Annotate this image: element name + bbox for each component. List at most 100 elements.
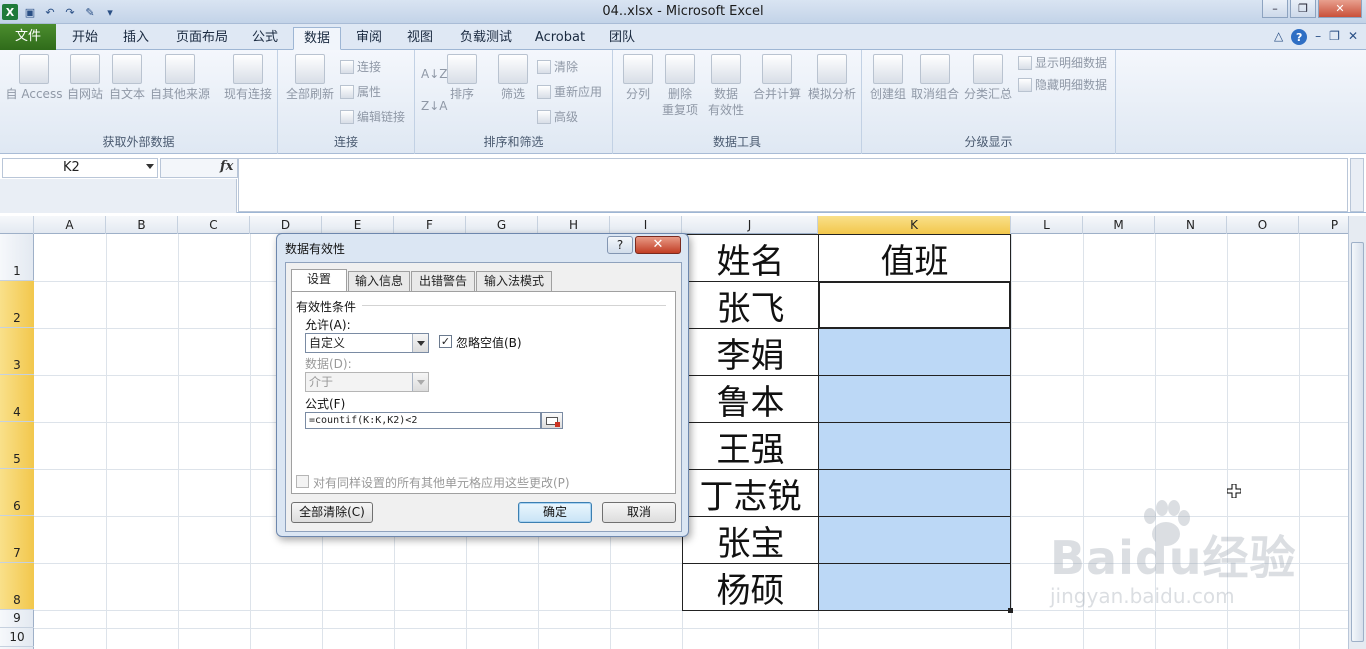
tab-page-layout[interactable]: 页面布局: [164, 27, 240, 50]
duty-cell-selected[interactable]: [818, 375, 1011, 423]
ungroup-button[interactable]: 取消组合: [910, 54, 960, 102]
ignore-blank-checkbox[interactable]: ✓: [439, 335, 452, 348]
name-cell[interactable]: 杨硕: [682, 563, 819, 611]
duty-cell-selected[interactable]: [818, 422, 1011, 470]
minimize-ribbon-icon[interactable]: △: [1274, 29, 1283, 45]
column-header[interactable]: F: [394, 216, 466, 234]
vertical-scrollbar[interactable]: [1348, 216, 1366, 649]
remove-duplicates-button[interactable]: 删除 重复项: [659, 54, 701, 118]
help-icon[interactable]: ?: [1291, 29, 1308, 45]
wb-restore-icon[interactable]: ❐: [1329, 29, 1340, 45]
properties-button[interactable]: 属性: [340, 82, 381, 102]
duty-cell-selected[interactable]: [818, 469, 1011, 517]
row-header-selected[interactable]: 5: [0, 422, 34, 469]
name-cell[interactable]: 丁志锐: [682, 469, 819, 517]
connections-button[interactable]: 连接: [340, 57, 381, 77]
name-cell[interactable]: 李娟: [682, 328, 819, 376]
tab-insert[interactable]: 插入: [112, 27, 160, 50]
text-to-columns-button[interactable]: 分列: [619, 54, 657, 102]
hide-detail-button[interactable]: 隐藏明细数据: [1018, 75, 1107, 95]
wb-close-icon[interactable]: ✕: [1348, 29, 1358, 45]
name-cell[interactable]: 王强: [682, 422, 819, 470]
row-header-selected[interactable]: 8: [0, 563, 34, 610]
scrollbar-thumb[interactable]: [1351, 242, 1364, 642]
from-other-sources-button[interactable]: 自其他来源: [148, 54, 212, 102]
close-window-button[interactable]: ✕: [1318, 0, 1362, 18]
tab-ime-mode[interactable]: 输入法模式: [476, 271, 552, 291]
tab-error-alert[interactable]: 出错警告: [411, 271, 475, 291]
row-header-selected[interactable]: 2: [0, 281, 34, 328]
tab-acrobat[interactable]: Acrobat: [528, 27, 592, 50]
minimize-button[interactable]: –: [1262, 0, 1288, 18]
tab-home[interactable]: 开始: [60, 27, 110, 50]
reapply-button[interactable]: 重新应用: [537, 82, 602, 102]
column-header[interactable]: C: [178, 216, 250, 234]
refresh-all-button[interactable]: 全部刷新: [284, 54, 336, 102]
name-box-dropdown-icon[interactable]: [146, 164, 154, 169]
formula-input[interactable]: [238, 158, 1348, 212]
column-header[interactable]: E: [322, 216, 394, 234]
tab-team[interactable]: 团队: [598, 27, 646, 50]
tab-formulas[interactable]: 公式: [242, 27, 288, 50]
show-detail-button[interactable]: 显示明细数据: [1018, 53, 1107, 73]
range-selector-button[interactable]: [541, 412, 563, 429]
cancel-button[interactable]: 取消: [602, 502, 676, 523]
tab-settings[interactable]: 设置: [291, 269, 347, 292]
column-header[interactable]: D: [250, 216, 322, 234]
dialog-help-button[interactable]: ?: [607, 236, 633, 254]
name-cell[interactable]: 鲁本: [682, 375, 819, 423]
select-all-corner[interactable]: [0, 216, 34, 234]
group-button[interactable]: 创建组: [866, 54, 910, 102]
row-header-selected[interactable]: 7: [0, 516, 34, 563]
existing-connections-button[interactable]: 现有连接: [220, 54, 276, 102]
ok-button[interactable]: 确定: [518, 502, 592, 523]
advanced-filter-button[interactable]: 高级: [537, 107, 578, 127]
row-header-selected[interactable]: 6: [0, 469, 34, 516]
column-header[interactable]: N: [1155, 216, 1227, 234]
clear-filter-button[interactable]: 清除: [537, 57, 578, 77]
row-header-selected[interactable]: 4: [0, 375, 34, 422]
from-access-button[interactable]: 自 Access: [4, 54, 64, 102]
duty-cell-selected[interactable]: [818, 328, 1011, 376]
column-header[interactable]: I: [610, 216, 682, 234]
column-header[interactable]: G: [466, 216, 538, 234]
formula-field[interactable]: =countif(K:K,K2)<2: [305, 412, 541, 429]
fill-handle[interactable]: [1008, 608, 1013, 613]
from-web-button[interactable]: 自网站: [64, 54, 106, 102]
column-header[interactable]: O: [1227, 216, 1299, 234]
ignore-blank-label[interactable]: 忽略空值(B): [456, 334, 522, 351]
column-header[interactable]: A: [34, 216, 106, 234]
tab-data[interactable]: 数据: [293, 27, 341, 50]
from-text-button[interactable]: 自文本: [106, 54, 148, 102]
tab-view[interactable]: 视图: [396, 27, 444, 50]
row-header[interactable]: 9: [0, 610, 34, 628]
edit-links-button[interactable]: 编辑链接: [340, 107, 405, 127]
formula-bar-scroll[interactable]: [1350, 158, 1364, 212]
dialog-close-button[interactable]: ✕: [635, 236, 681, 254]
cell-j1-header[interactable]: 姓名: [682, 234, 819, 282]
subtotal-button[interactable]: 分类汇总: [962, 54, 1014, 102]
tab-load-test[interactable]: 负载测试: [448, 27, 524, 50]
duty-cell-selected[interactable]: [818, 563, 1011, 611]
sort-za-button[interactable]: Z↓A: [421, 96, 447, 116]
sort-button[interactable]: 排序: [445, 54, 479, 102]
column-header[interactable]: H: [538, 216, 610, 234]
allow-select[interactable]: 自定义: [305, 333, 429, 353]
name-cell[interactable]: 张宝: [682, 516, 819, 564]
tab-input-message[interactable]: 输入信息: [348, 271, 410, 291]
data-validation-button[interactable]: 数据 有效性: [703, 54, 749, 118]
row-header-selected[interactable]: 3: [0, 328, 34, 375]
filter-button[interactable]: 筛选: [495, 54, 531, 102]
column-header[interactable]: B: [106, 216, 178, 234]
consolidate-button[interactable]: 合并计算: [751, 54, 803, 102]
row-header[interactable]: 10: [0, 628, 34, 647]
column-header[interactable]: J: [682, 216, 818, 234]
insert-function-icon[interactable]: fx: [220, 159, 233, 174]
column-header-selected[interactable]: K: [818, 216, 1011, 234]
row-header[interactable]: 1: [0, 234, 34, 281]
name-cell[interactable]: 张飞: [682, 281, 819, 329]
name-box[interactable]: K2: [2, 158, 158, 178]
tab-file[interactable]: 文件: [0, 24, 56, 50]
restore-button[interactable]: ❐: [1290, 0, 1316, 18]
what-if-analysis-button[interactable]: 模拟分析: [805, 54, 859, 102]
